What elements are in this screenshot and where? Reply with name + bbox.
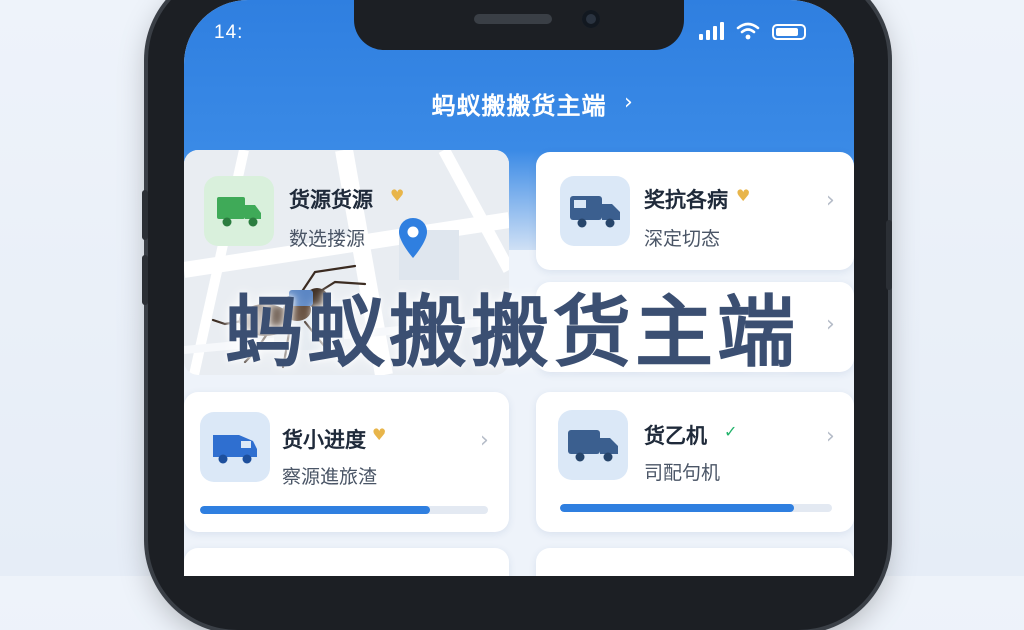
chevron-right-icon[interactable]: ›: [826, 188, 835, 213]
front-camera: [582, 10, 600, 28]
wifi-icon: [736, 22, 760, 40]
card-title: 奖抗各病: [644, 188, 728, 212]
card-subtitle: 深定切态: [644, 228, 721, 250]
progress-card[interactable]: 货小进度 ♥ 察源進旅渣 ›: [184, 392, 509, 532]
card-subtitle: 司配句机: [644, 462, 721, 484]
card-icon-box: [560, 176, 630, 246]
van-icon: [213, 435, 257, 464]
chevron-right-icon[interactable]: ›: [826, 424, 835, 449]
card-icon-box: [200, 412, 270, 482]
bottom-card[interactable]: [184, 548, 509, 576]
truck-icon: [217, 197, 261, 227]
truck-icon: [570, 196, 620, 228]
speaker: [474, 14, 552, 24]
bottom-card[interactable]: [536, 548, 854, 576]
progress-bar: [200, 506, 488, 514]
check-icon: ✓: [724, 422, 738, 441]
status-icons: [699, 22, 806, 40]
card-icon-box: [204, 176, 274, 246]
card-title: 货小进度: [282, 428, 366, 452]
card-title: 货乙机: [644, 424, 707, 448]
map-pin-icon[interactable]: [397, 216, 429, 260]
status-time: 14:: [214, 22, 244, 43]
heart-icon: ♥: [390, 186, 405, 205]
progress-bar: [560, 504, 832, 512]
notch: [354, 0, 684, 50]
truck-icon: [568, 430, 618, 462]
card-subtitle: 数选搂源: [289, 228, 366, 250]
battery-icon: [772, 24, 806, 40]
overlay-title: 蚂蚁搬搬货主端: [224, 288, 799, 378]
progress-fill: [200, 506, 431, 514]
progress-fill: [560, 504, 794, 512]
card-subtitle: 察源進旅渣: [282, 466, 378, 488]
volume-up-button: [142, 190, 148, 240]
service-card[interactable]: 奖抗各病 ♥ 深定切态 ›: [536, 152, 854, 270]
driver-card[interactable]: 货乙机 ✓ 司配句机 ›: [536, 392, 854, 532]
card-title: 货源货源: [289, 188, 373, 212]
card-icon-box: [558, 410, 628, 480]
signal-icon: [699, 22, 724, 40]
chevron-right-icon[interactable]: ›: [480, 428, 489, 453]
nav-title[interactable]: 蚂蚁搬搬货主端: [184, 86, 854, 121]
heart-icon: ♥: [372, 425, 387, 444]
heart-icon: ♥: [736, 186, 751, 205]
nav-chevron-icon[interactable]: ›: [624, 90, 633, 115]
